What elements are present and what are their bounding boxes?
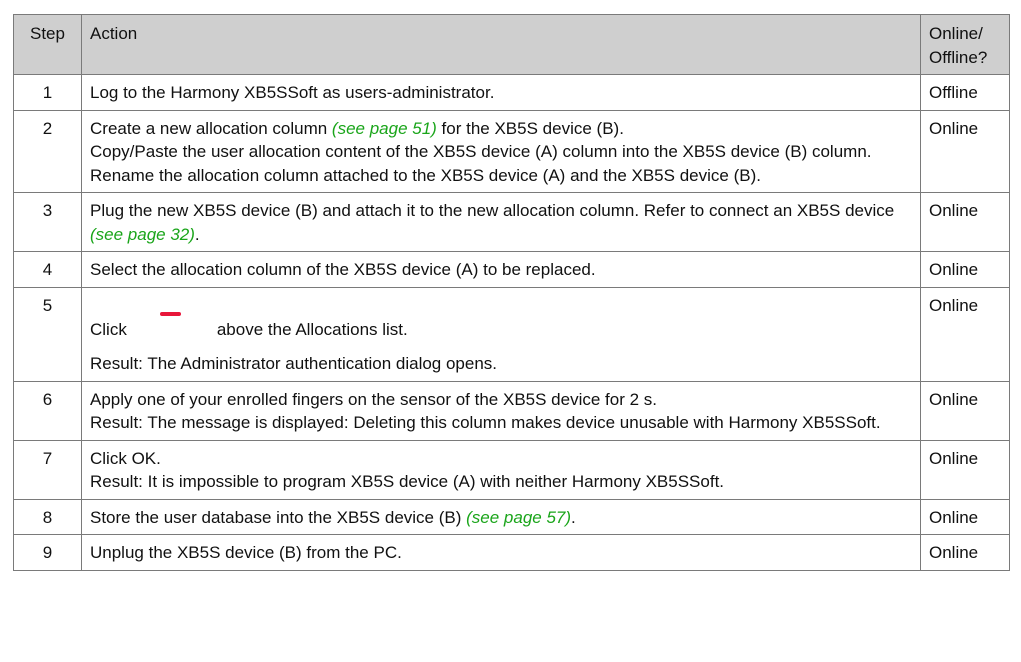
emphasis-text: (A) xyxy=(542,165,566,185)
table-row: 8 Store the user database into the XB5S d… xyxy=(13,498,1010,535)
action-cell: Create a new allocation column (see page… xyxy=(81,109,921,193)
action-text: . xyxy=(756,165,761,185)
action-text: Click xyxy=(90,319,127,339)
click-instruction: Click above the Allocations list. xyxy=(90,311,914,342)
action-text: with neither Harmony XB5SSoft. xyxy=(475,472,725,491)
online-offline-status: Online xyxy=(920,534,1010,571)
emphasis-text: Allocations xyxy=(295,319,378,339)
action-text: Plug the new XB5S device xyxy=(90,201,296,220)
action-text: to be replaced. xyxy=(478,260,596,279)
action-text: The xyxy=(142,354,181,373)
header-step: Step xyxy=(13,14,82,75)
action-cell: Apply one of your enrolled fingers on th… xyxy=(81,380,921,441)
action-text: . xyxy=(619,118,624,138)
action-text: The message is displayed: Deleting this … xyxy=(142,413,881,432)
emphasis-text: Administrator authentication xyxy=(180,354,392,373)
table-row: 9 Unplug the XB5S device (B) from the PC.… xyxy=(13,534,1010,571)
emphasis-text: (B) xyxy=(733,165,757,185)
action-text: column. xyxy=(807,142,872,161)
emphasis-text: Result: xyxy=(90,413,143,432)
action-text: Rename the allocation column attached to… xyxy=(90,165,543,185)
procedure-table-container: Step Action Online/Offline? 1 Log to the … xyxy=(13,14,1010,571)
action-cell: Plug the new XB5S device (B) and attach … xyxy=(81,192,921,252)
emphasis-text: Result: xyxy=(90,472,143,491)
header-online-offline: Online/Offline? xyxy=(920,14,1010,75)
remove-column-icon xyxy=(149,311,195,330)
header-online-offline-line: Offline? xyxy=(929,47,988,67)
action-text: Click xyxy=(90,448,132,468)
action-text: dialog opens. xyxy=(391,354,498,373)
emphasis-text: (B) xyxy=(596,118,620,138)
page-reference-link[interactable]: (see page 51) xyxy=(332,119,437,138)
result-line: Result: The Administrator authentication… xyxy=(90,352,914,376)
procedure-table: Step Action Online/Offline? 1 Log to the … xyxy=(13,14,1010,571)
action-text: . xyxy=(194,224,200,244)
action-cell: Unplug the XB5S device (B) from the PC. xyxy=(81,534,921,571)
emphasis-text: (A) xyxy=(455,260,479,279)
step-number: 6 xyxy=(13,380,82,441)
page-reference-link[interactable]: (see page 32) xyxy=(90,225,195,244)
action-text: Apply one of your enrolled fingers on th… xyxy=(90,389,658,409)
online-offline-status: Online xyxy=(920,439,1010,500)
header-action: Action xyxy=(81,14,921,75)
action-text: column into the XB5S device xyxy=(557,142,785,161)
table-row: 7 Click OK. Result: It is impossible to pr… xyxy=(13,439,1010,500)
action-cell: Click above the Allocations list. Result: … xyxy=(81,286,921,382)
action-text: Select the allocation column of the XB5S… xyxy=(90,260,456,279)
action-text: Log to the Harmony XB5SSoft as users-adm… xyxy=(90,83,495,102)
online-offline-status: Online xyxy=(920,498,1010,535)
table-row: 6 Apply one of your enrolled fingers on t… xyxy=(13,380,1010,441)
online-offline-status: Online xyxy=(920,109,1010,193)
action-text: . xyxy=(156,448,161,468)
action-cell: Select the allocation column of the XB5S… xyxy=(81,251,921,288)
emphasis-text: (B) xyxy=(784,142,808,161)
table-row: 4 Select the allocation column of the XB5… xyxy=(13,251,1010,288)
online-offline-status: Online xyxy=(920,251,1010,288)
action-text: Unplug the XB5S device xyxy=(90,543,280,562)
step-number: 3 xyxy=(13,192,82,252)
online-offline-status: Online xyxy=(920,286,1010,382)
table-row: 1 Log to the Harmony XB5SSoft as users-ad… xyxy=(13,74,1010,111)
emphasis-text: (A) xyxy=(452,472,476,491)
table-row: 3 Plug the new XB5S device (B) and attach… xyxy=(13,192,1010,252)
table-body: 1 Log to the Harmony XB5SSoft as users-ad… xyxy=(13,74,1010,571)
action-text: from the PC. xyxy=(301,543,402,562)
action-text: Store the user database into the XB5S de… xyxy=(90,507,439,527)
emphasis-text: OK xyxy=(131,448,157,468)
action-text: and the XB5S device xyxy=(565,165,734,185)
action-text: list. xyxy=(377,319,408,339)
action-text: and attach it to the new allocation colu… xyxy=(317,201,895,220)
action-text: for the XB5S device xyxy=(436,118,597,138)
table-header-row: Step Action Online/Offline? xyxy=(13,14,1010,75)
online-offline-status: Offline xyxy=(920,74,1010,111)
action-cell: Click OK. Result: It is impossible to pro… xyxy=(81,439,921,500)
step-number: 4 xyxy=(13,251,82,288)
header-online-offline-line: Online/ xyxy=(929,24,983,43)
step-number: 2 xyxy=(13,109,82,193)
action-text: Create a new allocation column xyxy=(90,118,332,138)
action-text: . xyxy=(571,507,576,527)
page-reference-link[interactable]: (see page 57) xyxy=(466,508,571,527)
table-row: 2 Create a new allocation column (see pag… xyxy=(13,109,1010,193)
result-label: Result: xyxy=(90,354,143,373)
step-number: 5 xyxy=(13,286,82,382)
action-text: It is impossible to program XB5S device xyxy=(142,472,453,491)
action-cell: Log to the Harmony XB5SSoft as users-adm… xyxy=(81,74,921,111)
step-number: 7 xyxy=(13,439,82,500)
table-row: 5 Click above the Allocations list. Result:… xyxy=(13,286,1010,382)
emphasis-text: (B) xyxy=(438,507,462,527)
online-offline-status: Online xyxy=(920,380,1010,441)
step-number: 8 xyxy=(13,498,82,535)
action-cell: Store the user database into the XB5S de… xyxy=(81,498,921,535)
step-number: 9 xyxy=(13,534,82,571)
emphasis-text: (B) xyxy=(279,543,302,562)
action-text: above the xyxy=(216,319,296,339)
emphasis-text: (B) xyxy=(295,201,318,220)
step-number: 1 xyxy=(13,74,82,111)
emphasis-text: (A) xyxy=(535,142,558,161)
action-text: Copy/Paste the user allocation content o… xyxy=(90,142,536,161)
online-offline-status: Online xyxy=(920,192,1010,252)
